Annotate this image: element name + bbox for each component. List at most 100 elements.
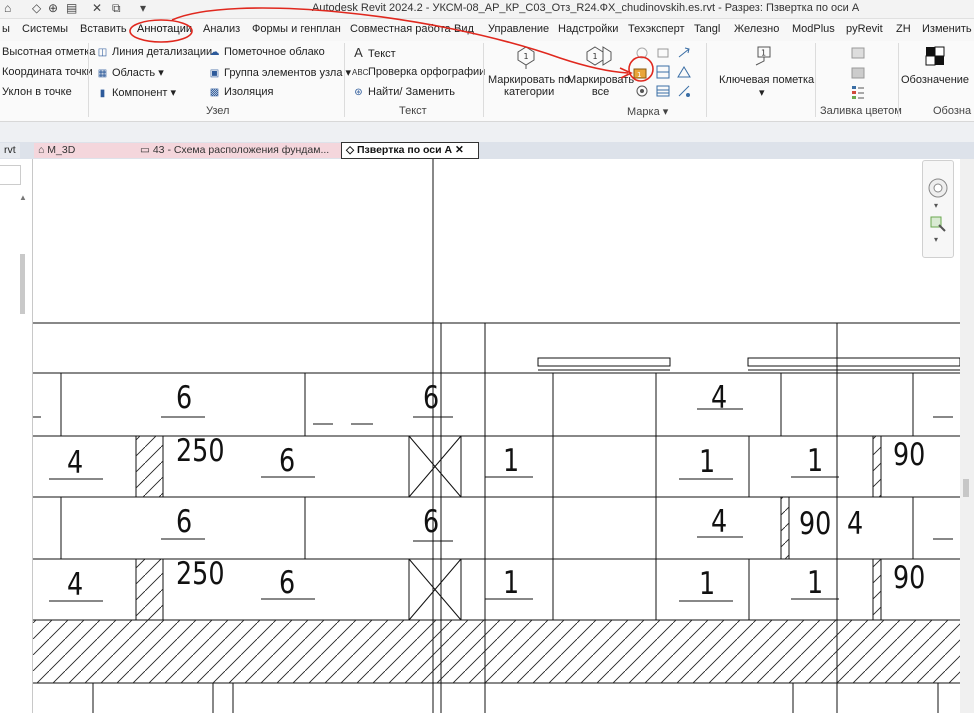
tag-label[interactable]: 4 <box>711 507 727 538</box>
tab-collaborate[interactable]: Совместная работа <box>350 23 451 35</box>
vertical-scrollbar[interactable] <box>960 159 974 713</box>
tag-label[interactable]: 1 <box>807 446 823 477</box>
tag-label[interactable]: 1 <box>503 446 519 477</box>
switch-windows-icon[interactable]: ⧉ <box>112 1 121 16</box>
symbol-button[interactable]: Обозначение <box>901 74 969 86</box>
room-tag-icon[interactable] <box>655 64 671 80</box>
region-label: Область <box>112 67 156 79</box>
view-reference-icon[interactable] <box>634 83 650 99</box>
spot-slope-button[interactable]: Уклон в точке <box>2 86 72 98</box>
properties-icon[interactable]: ▤ <box>66 1 77 15</box>
tag-label[interactable]: 250 <box>176 559 225 590</box>
tag-by-category-button[interactable]: Маркировать по категории <box>488 74 570 98</box>
tab-insert[interactable]: Вставить <box>80 23 127 35</box>
tab-massing-site[interactable]: Формы и генплан <box>252 23 341 35</box>
duct-legend-icon[interactable] <box>850 45 866 61</box>
project-browser-tab[interactable]: rvt <box>0 143 20 158</box>
detail-group-button[interactable]: ▣ Группа элементов узла ▾ <box>208 66 351 79</box>
detail-line-button[interactable]: ◫ Линия детализации <box>96 46 212 58</box>
insulation-button[interactable]: ▩ Изоляция <box>208 86 274 98</box>
beam-annotation-icon[interactable] <box>634 45 650 61</box>
tab-annotate[interactable]: Аннотации <box>137 23 192 35</box>
tag-label[interactable]: 90 <box>893 563 925 594</box>
find-replace-button[interactable]: ⊛ Найти/ Заменить <box>352 86 455 98</box>
doc-tab-label: Пзвертка по оси А <box>357 144 453 156</box>
cloud-icon: ☁ <box>209 47 220 58</box>
tab-zhelezno[interactable]: Железно <box>734 23 779 35</box>
doc-tab-label: 43 - Схема расположения фундам... <box>152 144 330 156</box>
tag-label[interactable]: 4 <box>67 570 83 601</box>
doc-tab-foundation-plan[interactable]: ▭ 43 - Схема расположения фундам... <box>136 143 344 158</box>
steering-wheel-icon[interactable] <box>927 177 949 199</box>
tab-modplus[interactable]: ModPlus <box>792 23 835 35</box>
tag-label[interactable]: 1 <box>699 447 715 478</box>
space-tag-icon[interactable] <box>676 64 692 80</box>
doc-tab-3d[interactable]: ⌂ М_3D <box>34 143 140 158</box>
tread-number-icon[interactable] <box>676 83 692 99</box>
snap-icon[interactable]: ◇ <box>32 1 41 15</box>
stair-tag-icon[interactable] <box>655 83 671 99</box>
tag-label[interactable]: 6 <box>176 507 192 538</box>
color-fill-legend-icon[interactable] <box>850 84 866 100</box>
svg-text:1: 1 <box>637 71 641 79</box>
chevron-down-icon[interactable]: ▾ <box>934 201 938 210</box>
region-button[interactable]: ▦ Область ▾ <box>96 66 164 79</box>
text-button[interactable]: A Текст <box>352 45 396 60</box>
doc-tab-section-a[interactable]: ◇ Пзвертка по оси А ✕ <box>341 142 479 159</box>
close-hidden-icon[interactable]: ✕ <box>92 1 102 15</box>
tag-label[interactable]: 6 <box>279 568 295 599</box>
revision-cloud-button[interactable]: ☁ Пометочное облако <box>208 46 325 58</box>
tag-all-button[interactable]: Маркировать все <box>567 74 634 98</box>
panel-label-tag[interactable]: Марка ▾ <box>627 105 668 118</box>
pipe-legend-icon[interactable] <box>850 65 866 81</box>
tab-manage[interactable]: Управление <box>488 23 549 35</box>
tag-label[interactable]: 250 <box>176 436 225 467</box>
tab-tangl[interactable]: Tangl <box>694 23 720 35</box>
ribbon-tabs: ы Системы Вставить Аннотации Анализ Форм… <box>0 19 974 41</box>
spelling-button[interactable]: ABCПроверка орфографии <box>352 66 485 78</box>
component-button[interactable]: ▮ Компонент ▾ <box>96 86 176 99</box>
tag-label[interactable]: 6 <box>176 383 192 414</box>
spot-coordinate-button[interactable]: Координата точки <box>2 66 93 78</box>
close-tab-icon[interactable]: ✕ <box>455 144 464 156</box>
tag-by-category-icon: 1 <box>517 46 535 69</box>
tag-label[interactable]: 1 <box>503 568 519 599</box>
tab-pyrevit[interactable]: pyRevit <box>846 23 883 35</box>
tag-label[interactable]: 4 <box>67 448 83 479</box>
tag-label[interactable]: 4 <box>711 383 727 414</box>
tag-label[interactable]: 6 <box>423 507 439 538</box>
tab-partial[interactable]: ы <box>2 23 10 35</box>
material-tag-icon[interactable] <box>655 45 671 61</box>
tab-zh[interactable]: ZH <box>896 23 911 35</box>
spot-elevation-button[interactable]: Высотная отметка <box>2 46 95 58</box>
ribbon-separator <box>898 43 899 117</box>
tab-analyze[interactable]: Анализ <box>203 23 240 35</box>
tag-label[interactable]: 4 <box>847 509 863 540</box>
browser-search-input[interactable] <box>0 165 21 185</box>
detail-line-label: Линия детализации <box>112 46 213 58</box>
area-tag-icon[interactable] <box>676 45 692 61</box>
multi-category-tag-icon[interactable]: 1 <box>632 64 648 80</box>
tab-view[interactable]: Вид <box>454 23 474 35</box>
tag-label[interactable]: 90 <box>799 509 831 540</box>
scrollbar-thumb[interactable] <box>963 479 969 497</box>
tag-label[interactable]: 1 <box>699 569 715 600</box>
tag-label[interactable]: 6 <box>279 446 295 477</box>
tab-systems[interactable]: Системы <box>22 23 68 35</box>
tag-label[interactable]: 90 <box>893 440 925 471</box>
browser-scrollbar[interactable] <box>20 254 25 314</box>
home-icon[interactable]: ⌂ <box>4 1 11 15</box>
tab-modify[interactable]: Изменить <box>922 23 972 35</box>
scroll-up-icon[interactable]: ▲ <box>19 193 27 202</box>
customize-toolbar-icon[interactable]: ▾ <box>140 1 146 15</box>
measure-icon[interactable]: ⊕ <box>48 1 58 15</box>
chevron-down-icon[interactable]: ▾ <box>934 235 938 244</box>
keynote-button[interactable]: Ключевая пометка ▾ <box>719 74 814 99</box>
zoom-region-icon[interactable] <box>929 215 947 233</box>
tab-addins[interactable]: Надстройки <box>558 23 618 35</box>
tag-label[interactable]: 1 <box>807 568 823 599</box>
window-title: Autodesk Revit 2024.2 - УКСМ-08_АР_КР_С0… <box>312 2 860 14</box>
tab-tekhexpert[interactable]: Техэксперт <box>628 23 685 35</box>
tag-label[interactable]: 6 <box>423 383 439 414</box>
drawing-canvas[interactable]: 6 6 4 4 250 6 1 1 1 90 6 6 4 90 4 4 250 … <box>33 159 960 713</box>
